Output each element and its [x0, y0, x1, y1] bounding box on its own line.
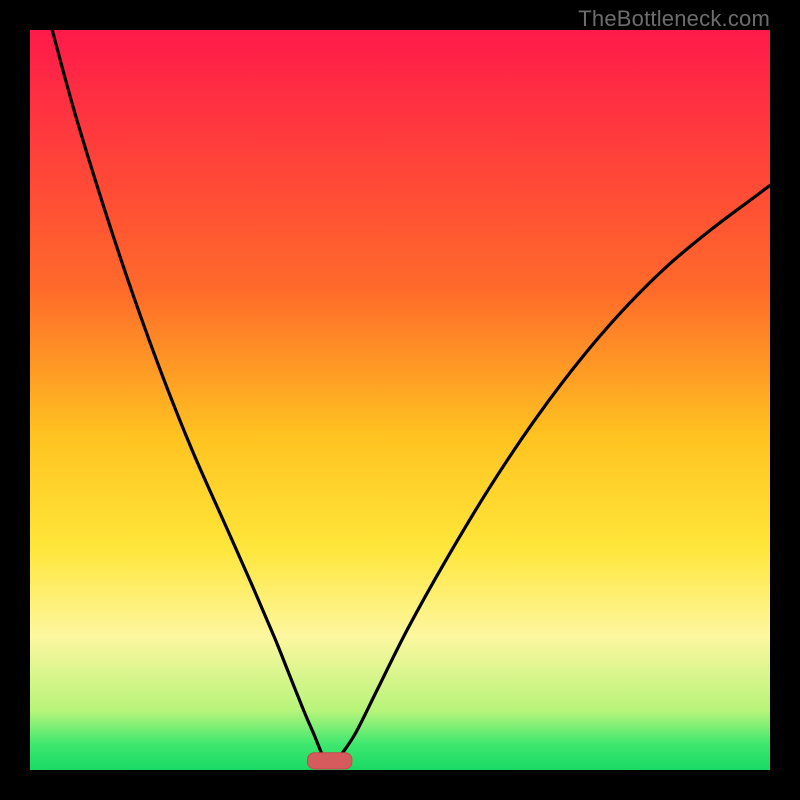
chart-canvas — [30, 30, 770, 770]
watermark-text: TheBottleneck.com — [578, 6, 770, 32]
optimum-marker — [308, 753, 352, 769]
plot-area — [30, 30, 770, 770]
chart-frame: TheBottleneck.com — [0, 0, 800, 800]
gradient-background — [30, 30, 770, 770]
